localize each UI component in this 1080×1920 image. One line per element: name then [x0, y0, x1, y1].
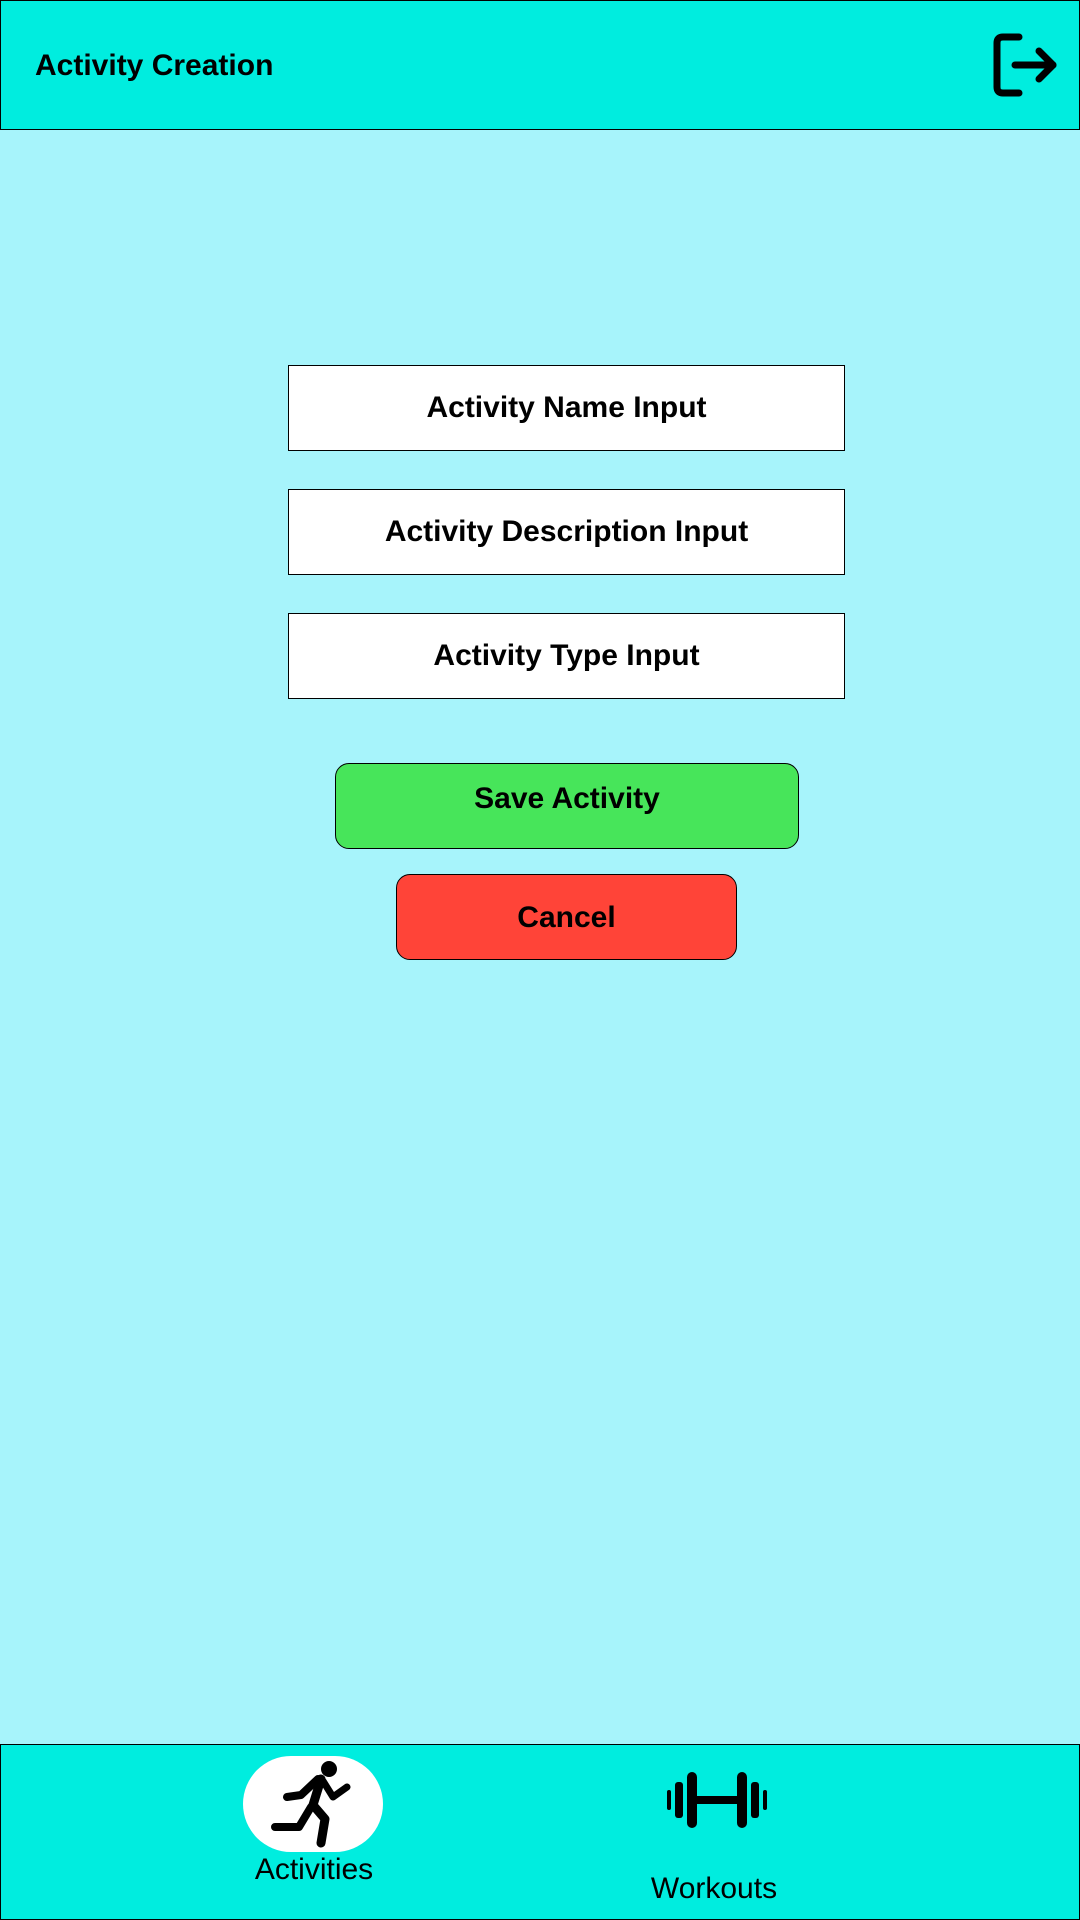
- bottom-navigation: Activities Workouts: [0, 1744, 1080, 1920]
- nav-label-activities: Activities: [254, 1853, 374, 1886]
- activity-name-input[interactable]: [288, 365, 845, 451]
- nav-item-activities[interactable]: Activities: [231, 1745, 397, 1920]
- activity-description-input[interactable]: [288, 489, 845, 575]
- page-title: Activity Creation: [35, 49, 274, 82]
- nav-item-workouts[interactable]: Workouts: [631, 1745, 797, 1920]
- save-activity-button[interactable]: Save Activity: [335, 763, 799, 849]
- cancel-button[interactable]: Cancel: [396, 874, 737, 960]
- logout-button[interactable]: [989, 29, 1059, 101]
- logout-icon: [993, 33, 1057, 97]
- dumbbell-icon: [667, 1772, 767, 1828]
- nav-label-workouts: Workouts: [650, 1872, 778, 1905]
- app-screen: Activity Creation Save Activity Cancel A…: [0, 0, 1080, 1920]
- running-icon: [271, 1761, 351, 1848]
- top-app-bar: Activity Creation: [0, 0, 1080, 130]
- activity-type-input[interactable]: [288, 613, 845, 699]
